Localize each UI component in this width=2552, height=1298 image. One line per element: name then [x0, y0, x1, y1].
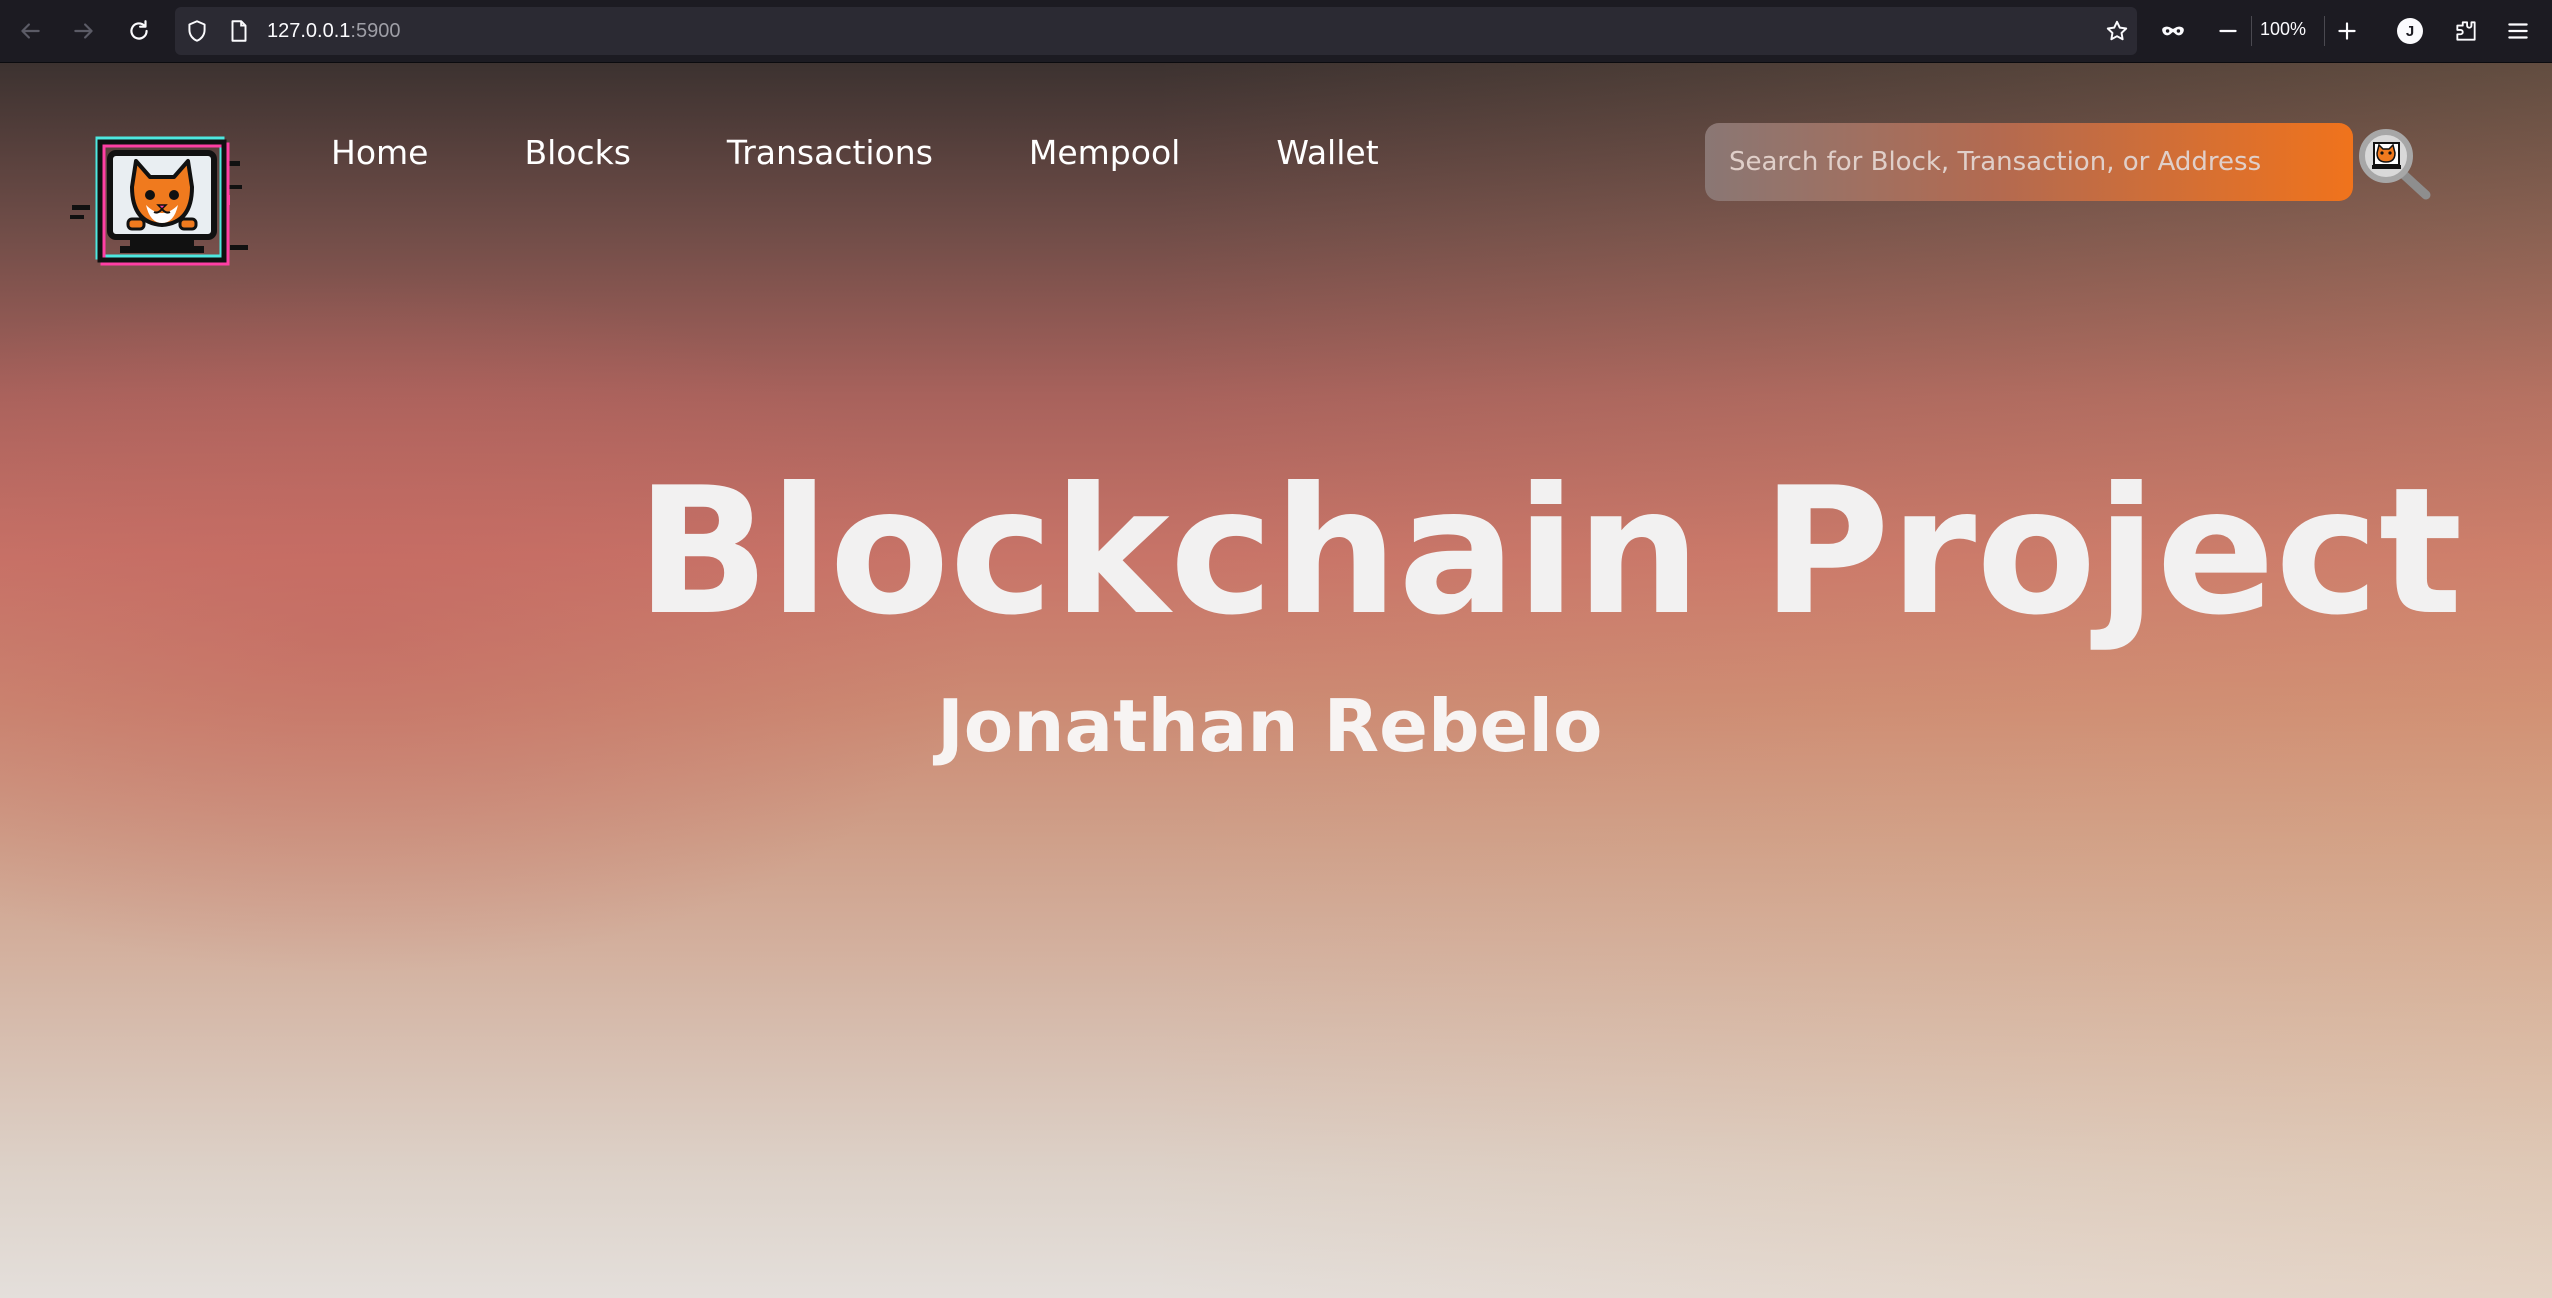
magnifier-cat-icon	[2359, 129, 2431, 200]
zoom-in-icon[interactable]	[2329, 13, 2365, 49]
hero-title: Blockchain Project	[636, 451, 2463, 654]
reload-icon[interactable]	[121, 13, 157, 49]
page-content: Home Blocks Transactions Mempool Wallet …	[0, 63, 2552, 1298]
menu-icon[interactable]	[2500, 13, 2536, 49]
nav-link-transactions[interactable]: Transactions	[727, 133, 933, 183]
url-text[interactable]: 127.0.0.1:5900	[267, 20, 400, 43]
site-logo[interactable]	[70, 125, 256, 275]
main-nav: Home Blocks Transactions Mempool Wallet	[331, 133, 1475, 183]
forward-arrow-icon[interactable]	[66, 13, 102, 49]
browser-toolbar: 127.0.0.1:5900 100% J	[0, 0, 2552, 63]
zoom-level[interactable]: 100%	[2260, 19, 2306, 40]
url-host: 127.0.0.1	[267, 20, 351, 42]
search-button[interactable]	[2358, 127, 2432, 201]
url-port: :5900	[350, 20, 401, 42]
back-arrow-icon[interactable]	[12, 13, 48, 49]
profile-avatar-icon[interactable]: J	[2397, 18, 2423, 44]
nav-link-wallet[interactable]: Wallet	[1276, 133, 1378, 183]
url-bar[interactable]: 127.0.0.1:5900	[175, 7, 2137, 55]
divider	[2324, 16, 2325, 46]
extensions-icon[interactable]	[2448, 13, 2484, 49]
private-mask-icon[interactable]	[2155, 13, 2191, 49]
nav-link-blocks[interactable]: Blocks	[524, 133, 630, 183]
page-icon[interactable]	[221, 13, 257, 49]
search-input[interactable]	[1705, 123, 2353, 201]
nav-link-mempool[interactable]: Mempool	[1029, 133, 1180, 183]
shield-icon[interactable]	[179, 13, 215, 49]
nav-link-home[interactable]: Home	[331, 133, 428, 183]
zoom-out-icon[interactable]	[2210, 13, 2246, 49]
divider	[2251, 16, 2252, 46]
hero-subtitle: Jonathan Rebelo	[937, 684, 1603, 768]
bookmark-star-icon[interactable]	[2099, 13, 2135, 49]
